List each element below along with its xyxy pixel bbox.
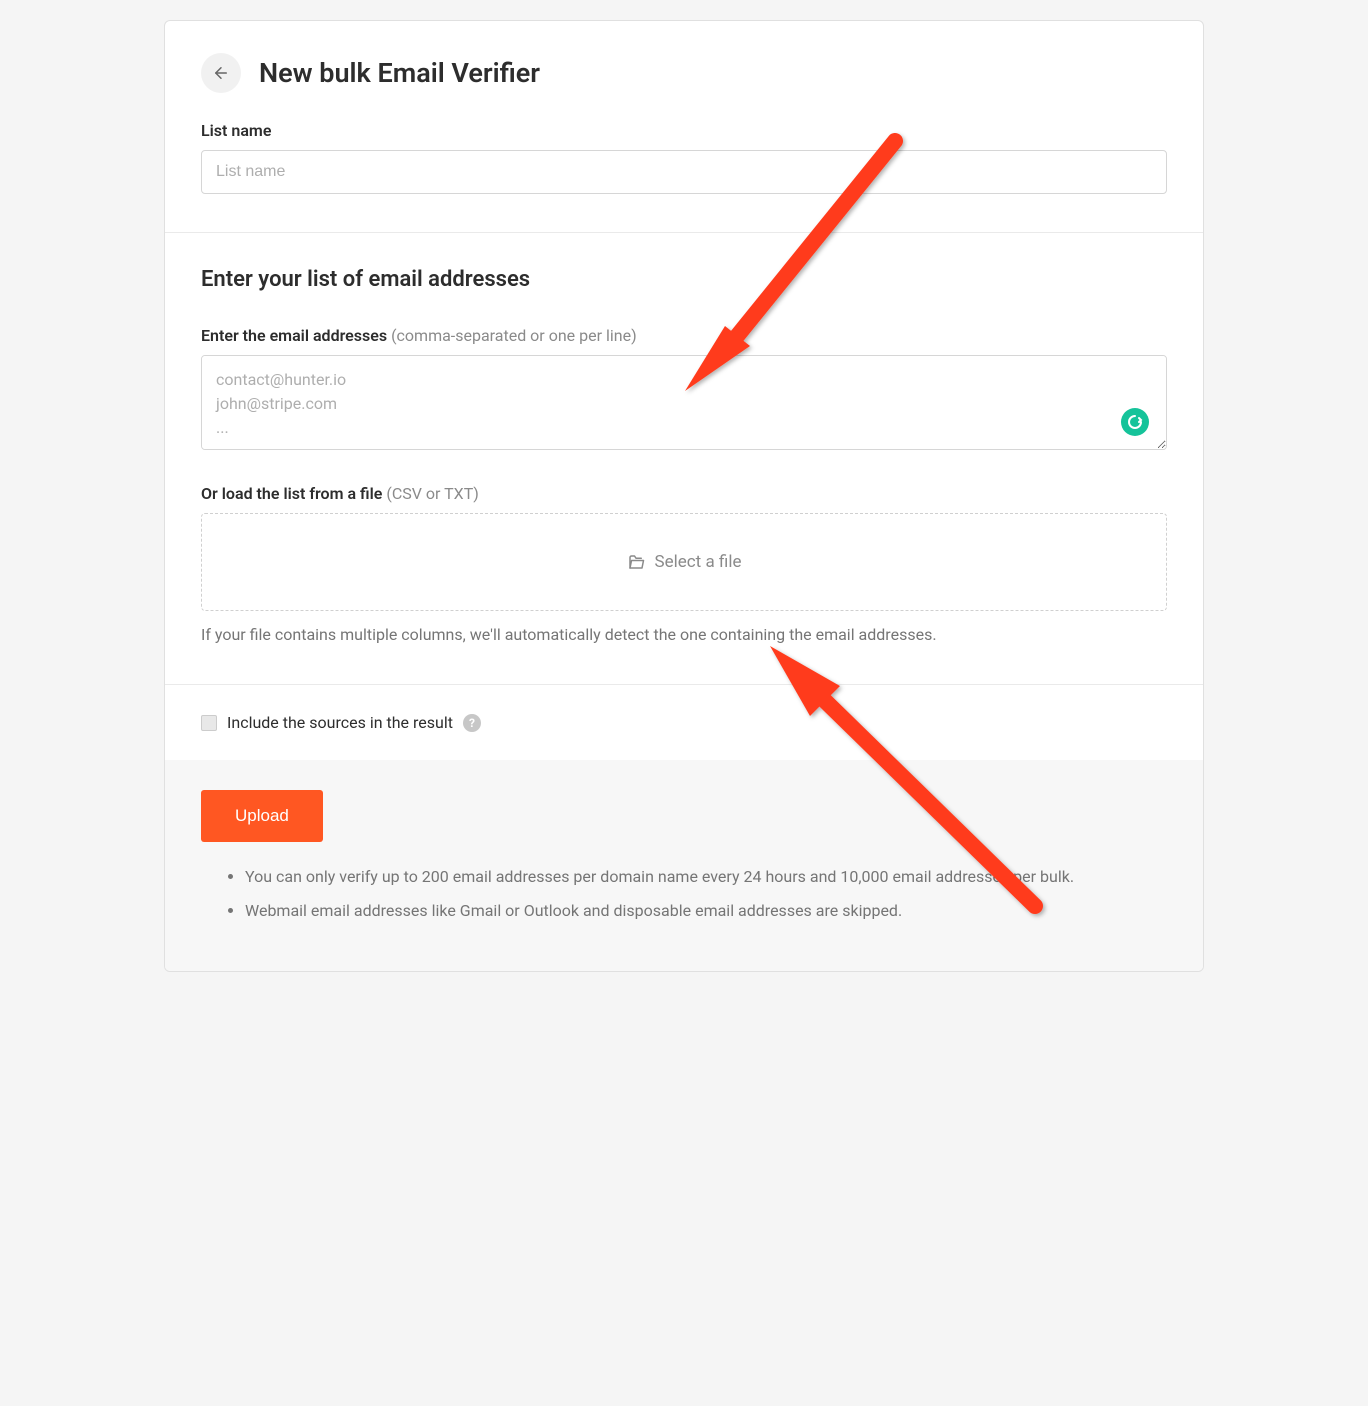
email-section-title: Enter your list of email addresses [201, 267, 1167, 292]
file-help-text: If your file contains multiple columns, … [201, 625, 1167, 644]
footer-section: Upload You can only verify up to 200 ema… [165, 760, 1203, 971]
options-section: Include the sources in the result ? [165, 685, 1203, 760]
select-file-label: Select a file [655, 552, 742, 572]
file-drop-area[interactable]: Select a file [201, 513, 1167, 611]
file-label-text: Or load the list from a file [201, 484, 382, 503]
info-list-item: You can only verify up to 200 email addr… [245, 866, 1167, 888]
enter-emails-hint: (comma-separated or one per line) [391, 326, 637, 345]
file-label-hint: (CSV or TXT) [386, 484, 478, 503]
header-row: New bulk Email Verifier [201, 53, 1167, 93]
help-icon[interactable]: ? [463, 714, 481, 732]
main-card: New bulk Email Verifier List name Enter … [164, 20, 1204, 972]
info-list: You can only verify up to 200 email addr… [201, 866, 1167, 923]
arrow-left-icon [212, 64, 230, 82]
email-addresses-textarea[interactable] [201, 355, 1167, 450]
page-title: New bulk Email Verifier [259, 57, 540, 89]
upload-button[interactable]: Upload [201, 790, 323, 842]
back-button[interactable] [201, 53, 241, 93]
header-section: New bulk Email Verifier List name [165, 21, 1203, 233]
list-name-input[interactable] [201, 150, 1167, 194]
enter-emails-label: Enter the email addresses (comma-separat… [201, 326, 1167, 345]
folder-open-icon [627, 553, 645, 571]
textarea-wrap [201, 355, 1167, 454]
list-name-label: List name [201, 121, 1167, 140]
include-sources-row: Include the sources in the result ? [201, 713, 1167, 732]
enter-emails-label-text: Enter the email addresses [201, 326, 387, 345]
email-section: Enter your list of email addresses Enter… [165, 233, 1203, 685]
file-label: Or load the list from a file (CSV or TXT… [201, 484, 1167, 503]
info-list-item: Webmail email addresses like Gmail or Ou… [245, 900, 1167, 922]
include-sources-label: Include the sources in the result [227, 713, 453, 732]
include-sources-checkbox[interactable] [201, 715, 217, 731]
grammarly-icon [1121, 408, 1149, 436]
